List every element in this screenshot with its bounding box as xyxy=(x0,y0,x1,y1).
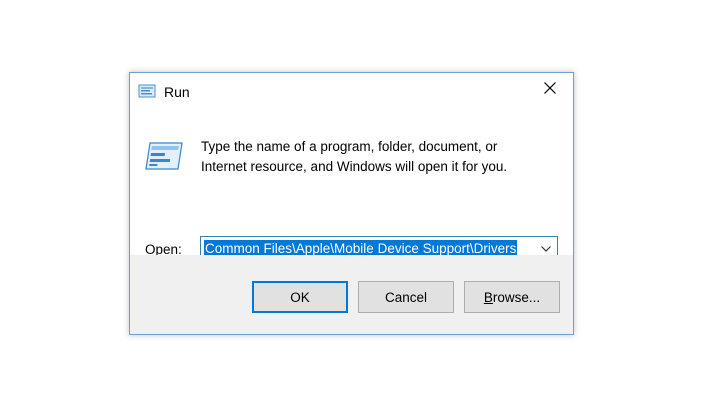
title-bar[interactable]: Run xyxy=(130,73,573,109)
ok-button[interactable]: OK xyxy=(252,281,348,313)
cancel-button[interactable]: Cancel xyxy=(358,281,454,313)
close-icon xyxy=(544,81,556,99)
run-dialog: Run Type the name of a program, folder, … xyxy=(129,72,574,335)
browse-label-rest: rowse... xyxy=(492,289,541,305)
window-title: Run xyxy=(164,84,190,100)
description-line-1: Type the name of a program, folder, docu… xyxy=(201,139,498,154)
close-button[interactable] xyxy=(527,73,573,107)
button-bar: OK Cancel Browse... xyxy=(130,255,573,334)
description: Type the name of a program, folder, docu… xyxy=(201,137,541,177)
run-icon xyxy=(138,83,156,99)
browse-accel: B xyxy=(483,289,493,305)
description-line-2: Internet resource, and Windows will open… xyxy=(201,159,508,174)
run-icon-large xyxy=(144,139,184,173)
dialog-body: Type the name of a program, folder, docu… xyxy=(130,109,573,260)
browse-button[interactable]: Browse... xyxy=(464,281,560,313)
